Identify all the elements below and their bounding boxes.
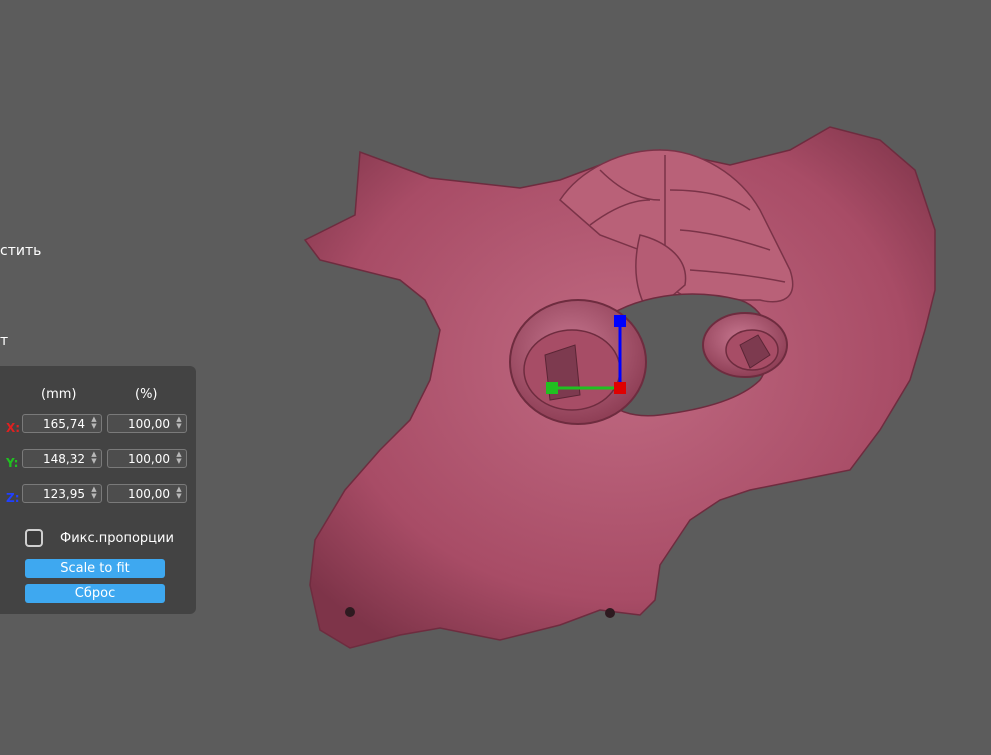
scale-to-fit-button[interactable]: Scale to fit [25,559,165,578]
spin-arrows-icon[interactable]: ▲ ▼ [175,416,183,431]
z-mm-input[interactable]: 123,95 ▲ ▼ [22,484,102,503]
spin-arrows-icon[interactable]: ▲ ▼ [175,486,183,501]
z-percent-input[interactable]: 100,00 ▲ ▼ [107,484,187,503]
spin-arrows-icon[interactable]: ▲ ▼ [90,451,98,466]
x-percent-input[interactable]: 100,00 ▲ ▼ [107,414,187,433]
gizmo-z-handle[interactable] [614,315,626,327]
gizmo-origin[interactable] [614,382,626,394]
lock-proportions-label[interactable]: Фикс.пропорции [60,531,174,546]
hole-left [345,607,355,617]
z-percent-value: 100,00 [128,487,170,501]
mm-column-header: (mm) [41,387,77,402]
x-axis-label: X: [6,421,21,435]
z-axis-label: Z: [6,491,20,505]
gizmo-x-handle[interactable] [546,382,558,394]
hole-right [605,608,615,618]
sidebar-partial-label-2[interactable]: т [0,333,8,349]
lock-proportions-checkbox[interactable] [25,529,43,547]
x-mm-value: 165,74 [43,417,85,431]
y-percent-value: 100,00 [128,452,170,466]
y-axis-label: Y: [6,456,19,470]
spin-arrows-icon[interactable]: ▲ ▼ [175,451,183,466]
x-mm-input[interactable]: 165,74 ▲ ▼ [22,414,102,433]
y-mm-input[interactable]: 148,32 ▲ ▼ [22,449,102,468]
y-mm-value: 148,32 [43,452,85,466]
sidebar-partial-label-1[interactable]: стить [0,243,41,259]
y-percent-input[interactable]: 100,00 ▲ ▼ [107,449,187,468]
x-percent-value: 100,00 [128,417,170,431]
z-mm-value: 123,95 [43,487,85,501]
spin-arrows-icon[interactable]: ▲ ▼ [90,486,98,501]
scale-panel: (mm) (%) X: 165,74 ▲ ▼ 100,00 ▲ ▼ Y: 148,3… [0,366,196,614]
percent-column-header: (%) [135,387,158,402]
spin-arrows-icon[interactable]: ▲ ▼ [90,416,98,431]
reset-button[interactable]: Сброс [25,584,165,603]
